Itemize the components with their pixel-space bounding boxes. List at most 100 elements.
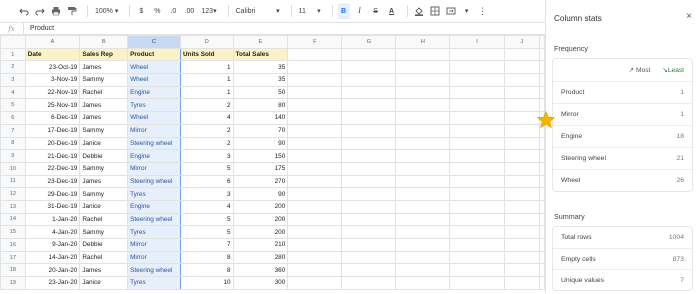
col-header-d[interactable]: D bbox=[179, 35, 234, 49]
cell-header-sales-rep[interactable]: Sales Rep bbox=[79, 47, 129, 62]
cell-date[interactable]: 23-Jan-20 bbox=[24, 276, 81, 290]
cell[interactable] bbox=[449, 123, 505, 138]
cell-units-sold[interactable]: 4 bbox=[179, 199, 234, 214]
cell[interactable] bbox=[341, 212, 397, 227]
cell[interactable] bbox=[341, 199, 397, 214]
cell[interactable] bbox=[395, 187, 451, 201]
cell-date[interactable]: 31-Dec-19 bbox=[24, 199, 81, 214]
row-header[interactable]: 15 bbox=[0, 225, 26, 239]
cell-product[interactable]: Mirror bbox=[127, 238, 181, 252]
col-header-a[interactable]: A bbox=[24, 35, 81, 49]
bold-button[interactable]: B bbox=[337, 3, 350, 19]
cell-total-sales[interactable]: 175 bbox=[232, 161, 289, 176]
cell[interactable] bbox=[341, 85, 397, 100]
borders-icon[interactable] bbox=[429, 3, 441, 19]
cell[interactable] bbox=[539, 263, 545, 278]
font-select[interactable]: Calibri ▾ bbox=[234, 3, 282, 19]
cell-units-sold[interactable]: 8 bbox=[179, 263, 234, 278]
cell[interactable] bbox=[395, 47, 451, 62]
cell[interactable] bbox=[539, 187, 545, 201]
cell-header-product[interactable]: Product bbox=[127, 47, 181, 62]
row-header[interactable]: 9 bbox=[0, 149, 26, 163]
cell[interactable] bbox=[341, 161, 397, 176]
increase-decimal-button[interactable]: .00 bbox=[183, 3, 195, 19]
row-header[interactable]: 18 bbox=[0, 263, 26, 278]
cell[interactable] bbox=[287, 98, 343, 113]
cell-product[interactable]: Mirror bbox=[127, 250, 181, 265]
undo-icon[interactable] bbox=[18, 3, 30, 19]
cell[interactable] bbox=[503, 250, 541, 265]
cell-total-sales[interactable]: 200 bbox=[232, 225, 289, 239]
cell-units-sold[interactable]: 5 bbox=[179, 161, 234, 176]
cell[interactable] bbox=[341, 73, 397, 87]
cell-date[interactable]: 6-Dec-19 bbox=[24, 111, 81, 125]
cell[interactable] bbox=[503, 199, 541, 214]
print-icon[interactable] bbox=[50, 3, 62, 19]
cell[interactable] bbox=[503, 123, 541, 138]
paint-format-icon[interactable] bbox=[66, 3, 78, 19]
cell-total-sales[interactable]: 50 bbox=[232, 85, 289, 100]
cell-units-sold[interactable]: 7 bbox=[179, 238, 234, 252]
cell[interactable] bbox=[287, 149, 343, 163]
cell[interactable] bbox=[449, 73, 505, 87]
redo-icon[interactable] bbox=[34, 3, 46, 19]
cell[interactable] bbox=[539, 212, 545, 227]
cell-date[interactable]: 29-Dec-19 bbox=[24, 187, 81, 201]
row-header[interactable]: 14 bbox=[0, 212, 26, 227]
cell[interactable] bbox=[539, 136, 545, 151]
cell-product[interactable]: Wheel bbox=[127, 60, 181, 75]
cell-total-sales[interactable]: 210 bbox=[232, 238, 289, 252]
percent-button[interactable]: % bbox=[151, 3, 163, 19]
cell[interactable] bbox=[287, 238, 343, 252]
cell-date[interactable]: 23-Dec-19 bbox=[24, 174, 81, 189]
cell-total-sales[interactable]: 90 bbox=[232, 187, 289, 201]
more-options-icon[interactable]: ⋮ bbox=[477, 3, 489, 19]
cell-units-sold[interactable]: 4 bbox=[179, 111, 234, 125]
row-header[interactable]: 4 bbox=[0, 85, 26, 100]
currency-button[interactable]: $ bbox=[135, 3, 147, 19]
cell-units-sold[interactable]: 1 bbox=[179, 73, 234, 87]
close-icon[interactable]: × bbox=[686, 11, 692, 22]
cell[interactable] bbox=[539, 238, 545, 252]
cell[interactable] bbox=[449, 250, 505, 265]
cell[interactable] bbox=[341, 60, 397, 75]
cell-product[interactable]: Tyres bbox=[127, 276, 181, 290]
cell[interactable] bbox=[503, 73, 541, 87]
sort-most-button[interactable]: ↗ Most bbox=[629, 66, 651, 74]
cell[interactable] bbox=[503, 149, 541, 163]
cell[interactable] bbox=[395, 73, 451, 87]
cell[interactable] bbox=[395, 199, 451, 214]
decrease-decimal-button[interactable]: .0 bbox=[167, 3, 179, 19]
merge-cells-icon[interactable] bbox=[445, 3, 457, 19]
cell[interactable] bbox=[395, 161, 451, 176]
cell[interactable] bbox=[287, 174, 343, 189]
cell-units-sold[interactable]: 2 bbox=[179, 136, 234, 151]
col-header-g[interactable]: G bbox=[341, 35, 397, 49]
cell-product[interactable]: Steering wheel bbox=[127, 263, 181, 278]
cell-header-date[interactable]: Date bbox=[24, 47, 81, 62]
cell-units-sold[interactable]: 2 bbox=[179, 123, 234, 138]
cell-sales-rep[interactable]: James bbox=[79, 98, 129, 113]
cell[interactable] bbox=[503, 174, 541, 189]
cell[interactable] bbox=[395, 123, 451, 138]
cell-sales-rep[interactable]: Sammy bbox=[79, 161, 129, 176]
cell[interactable] bbox=[539, 225, 545, 239]
cell-total-sales[interactable]: 35 bbox=[232, 73, 289, 87]
cell-sales-rep[interactable]: Sammy bbox=[79, 187, 129, 201]
cell[interactable] bbox=[395, 250, 451, 265]
cell-units-sold[interactable]: 10 bbox=[179, 276, 234, 290]
cell-total-sales[interactable]: 200 bbox=[232, 199, 289, 214]
cell-total-sales[interactable]: 70 bbox=[232, 123, 289, 138]
cell[interactable] bbox=[287, 60, 343, 75]
cell[interactable] bbox=[539, 85, 545, 100]
cell-total-sales[interactable]: 35 bbox=[232, 60, 289, 75]
cell-total-sales[interactable]: 90 bbox=[232, 136, 289, 151]
cell[interactable] bbox=[539, 276, 545, 290]
col-header-e[interactable]: E bbox=[232, 35, 289, 49]
cell-sales-rep[interactable]: Janice bbox=[79, 136, 129, 151]
font-size-select[interactable]: 11 ▾ bbox=[297, 3, 323, 19]
cell[interactable] bbox=[287, 111, 343, 125]
cell-date[interactable]: 20-Dec-19 bbox=[24, 136, 81, 151]
cell[interactable] bbox=[503, 85, 541, 100]
cell[interactable] bbox=[287, 212, 343, 227]
